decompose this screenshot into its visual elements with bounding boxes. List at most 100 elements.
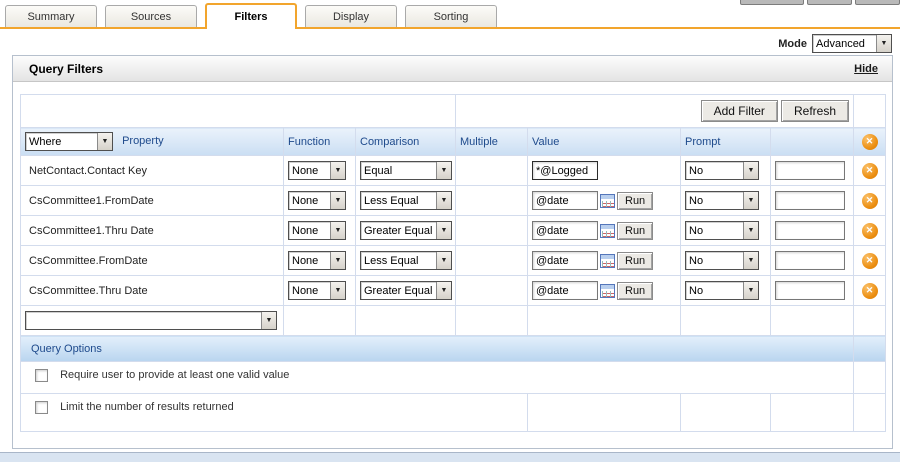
delete-filter-icon[interactable]: ✕ [862,163,878,179]
comparison-select[interactable]: Greater Equal▼ [360,281,452,300]
function-select-value: None [289,255,321,267]
prompt-select[interactable]: No ▼ [685,251,759,270]
toolbar-row: Add Filter Refresh [21,95,886,128]
filter-row: CsCommittee1.FromDate None▼ Less Equal▼ … [21,186,886,216]
tab-sorting[interactable]: Sorting [405,5,497,27]
empty-cell [528,394,681,432]
chevron-down-icon: ▼ [743,252,758,269]
property-label: CsCommittee1.FromDate [21,186,284,216]
comparison-select[interactable]: Less Equal▼ [360,191,452,210]
delete-filter-icon[interactable]: ✕ [862,283,878,299]
value-input[interactable] [532,251,598,270]
prompt-text-input[interactable] [775,251,845,270]
require-valid-value-checkbox[interactable] [35,369,48,382]
value-input[interactable] [532,161,598,180]
query-options-title-spacer [854,336,886,362]
column-header-comparison: Comparison [356,128,456,156]
checkbox-label: Require user to provide at least one val… [60,369,289,381]
property-label: CsCommittee.FromDate [21,246,284,276]
chevron-down-icon: ▼ [330,222,345,239]
function-select-value: None [289,285,321,297]
comparison-select-value: Greater Equal [361,225,435,237]
query-builder-screen: Summary Sources Filters Display Sorting … [0,0,900,462]
prompt-text-input[interactable] [775,161,845,180]
prompt-select-value: No [686,165,706,177]
multiple-cell [456,276,528,306]
prompt-text-input[interactable] [775,221,845,240]
cutoff-button[interactable] [855,0,900,5]
tab-filters[interactable]: Filters [205,3,297,29]
prompt-select-value: No [686,255,706,267]
chevron-down-icon: ▼ [436,222,451,239]
value-input[interactable] [532,281,598,300]
calendar-icon[interactable] [600,284,615,298]
chevron-down-icon: ▼ [436,252,451,269]
refresh-button[interactable]: Refresh [781,100,849,122]
column-header-function: Function [284,128,356,156]
chevron-down-icon: ▼ [330,252,345,269]
empty-cell [456,306,528,336]
calendar-icon[interactable] [600,224,615,238]
run-button[interactable]: Run [617,222,653,240]
function-select[interactable]: None▼ [288,161,346,180]
hide-link[interactable]: Hide [854,63,878,75]
chevron-down-icon: ▼ [436,282,451,299]
comparison-select-value: Equal [361,165,395,177]
prompt-select-value: No [686,225,706,237]
cutoff-button[interactable] [807,0,852,5]
function-select[interactable]: None▼ [288,191,346,210]
calendar-icon[interactable] [600,194,615,208]
empty-cell [681,394,771,432]
delete-filter-icon[interactable]: ✕ [862,253,878,269]
tab-summary[interactable]: Summary [5,5,97,27]
function-select[interactable]: None ▼ [288,281,346,300]
prompt-select[interactable]: No▼ [685,191,759,210]
limit-results-checkbox[interactable] [35,401,48,414]
tab-underline [0,27,900,29]
add-filter-button[interactable]: Add Filter [701,100,778,122]
prompt-select[interactable]: No ▼ [685,281,759,300]
value-input[interactable] [532,191,598,210]
prompt-select[interactable]: No ▼ [685,221,759,240]
function-select-value: None [289,225,321,237]
calendar-icon[interactable] [600,254,615,268]
cutoff-button[interactable] [740,0,804,5]
query-filters-panel: Query Filters Hide Add Filter Refresh [12,55,893,449]
empty-cell [284,306,356,336]
prompt-text-input[interactable] [775,191,845,210]
comparison-select[interactable]: Greater Equal▼ [360,221,452,240]
where-select[interactable]: Where ▼ [25,132,113,151]
run-button[interactable]: Run [617,282,653,300]
column-header-property: Property [122,135,164,147]
multiple-cell [456,246,528,276]
page-title: Query Filters [29,62,103,76]
function-select-value: None [289,165,321,177]
chevron-down-icon: ▼ [330,282,345,299]
tab-display[interactable]: Display [305,5,397,27]
function-select[interactable]: None ▼ [288,221,346,240]
tab-bar: Summary Sources Filters Display Sorting [0,0,900,30]
chevron-down-icon: ▼ [261,312,276,329]
prompt-text-input[interactable] [775,281,845,300]
mode-select[interactable]: Advanced ▼ [812,34,892,53]
delete-filter-icon[interactable]: ✕ [862,193,878,209]
function-select[interactable]: None ▼ [288,251,346,270]
mode-select-value: Advanced [813,38,868,50]
prompt-select-value: No [686,285,706,297]
chevron-down-icon: ▼ [743,222,758,239]
prompt-select[interactable]: No▼ [685,161,759,180]
new-property-select[interactable]: ▼ [25,311,277,330]
delete-filter-icon[interactable]: ✕ [862,134,878,150]
empty-cell [771,394,854,432]
delete-filter-icon[interactable]: ✕ [862,223,878,239]
tab-sources[interactable]: Sources [105,5,197,27]
value-input[interactable] [532,221,598,240]
chevron-down-icon: ▼ [743,282,758,299]
comparison-select[interactable]: Equal▼ [360,161,452,180]
comparison-select[interactable]: Less Equal▼ [360,251,452,270]
empty-cell [356,306,456,336]
tab-label: Sorting [434,11,469,23]
run-button[interactable]: Run [617,252,653,270]
run-button[interactable]: Run [617,192,653,210]
query-options-header-row: Query Options [21,336,886,362]
